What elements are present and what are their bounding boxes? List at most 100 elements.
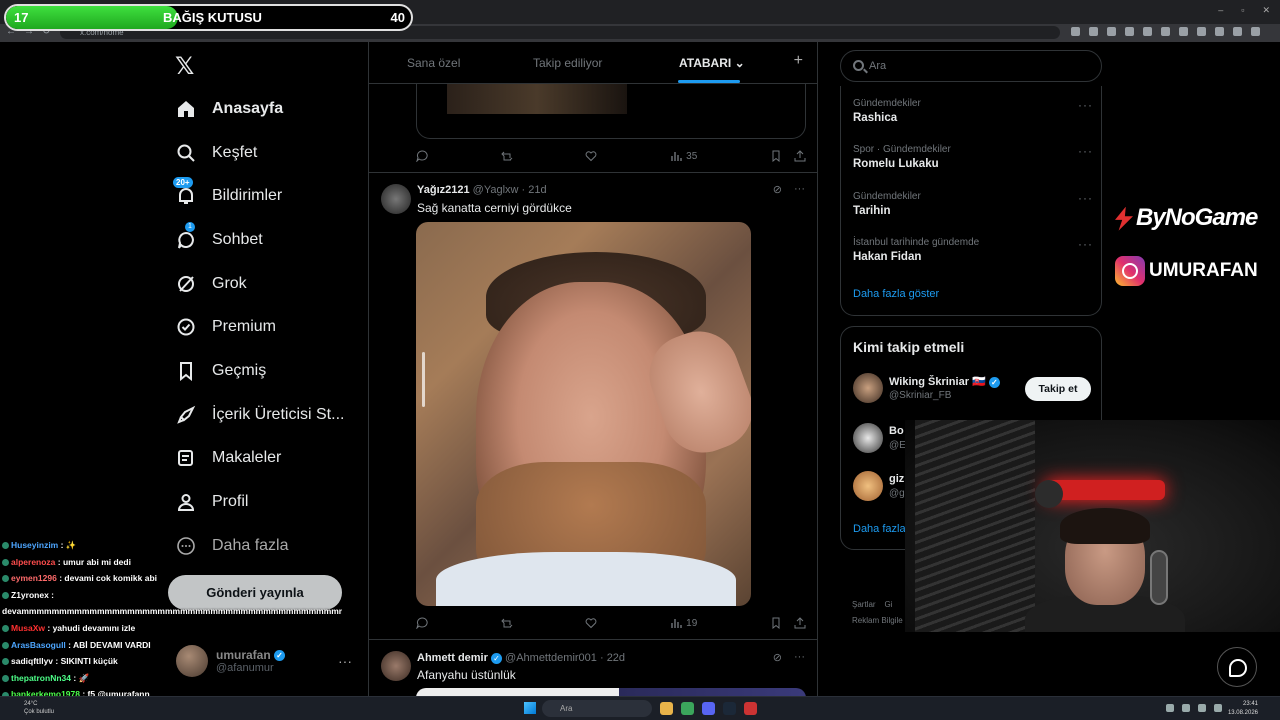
tab-following[interactable]: Takip ediliyor (533, 56, 602, 70)
tray-icon[interactable] (1166, 704, 1174, 712)
chat-badge-icon (2, 658, 9, 666)
more-options-icon[interactable]: ··· (1078, 191, 1093, 205)
tab-for-you[interactable]: Sana özel (407, 56, 460, 70)
app-icon[interactable] (744, 702, 757, 715)
tweet-video[interactable] (416, 222, 751, 606)
like-icon[interactable] (585, 617, 597, 629)
previous-tweet-media[interactable] (416, 84, 806, 139)
footer-link[interactable]: Şartlar (852, 600, 876, 609)
chrome-icon[interactable] (681, 702, 694, 715)
weather-widget[interactable]: 24°C Çok bulutlu (24, 700, 54, 716)
donation-progress-fill (6, 6, 179, 29)
clock[interactable]: 23:41 13.08.2026 (1228, 700, 1258, 718)
instagram-handle: UMURAFAN (1115, 256, 1258, 286)
tweet-author-handle[interactable]: @Ahmettdemir001 (505, 652, 597, 664)
sidebar-item-chat[interactable]: 1 Sohbet (175, 218, 344, 262)
profile-icon[interactable] (1233, 27, 1242, 36)
tweet-author-name[interactable]: Ahmett demir (417, 652, 488, 664)
extension-icon[interactable] (1197, 27, 1206, 36)
tweet-time[interactable]: · 22d (600, 652, 625, 664)
star-icon[interactable] (1107, 27, 1116, 36)
grok-icon[interactable]: ⊘ (773, 183, 782, 196)
trends-panel: Gündemdekiler Rashica ··· Spor · Gündemd… (840, 86, 1102, 316)
search-input[interactable]: Ara (840, 50, 1102, 82)
chat-message: Z1yronex : (2, 587, 342, 604)
footer-link[interactable]: Gi (884, 600, 892, 609)
minimize-icon[interactable]: – (1218, 5, 1223, 16)
webcam-red-light (1045, 480, 1165, 500)
sidebar-item-grok[interactable]: Grok (175, 262, 344, 306)
trend-item[interactable]: Spor · Gündemdekiler Romelu Lukaku ··· (853, 144, 1093, 170)
suggestion-handle: @E (889, 440, 906, 451)
sidebar-item-premium[interactable]: Premium (175, 305, 344, 349)
extension-icon[interactable] (1143, 27, 1152, 36)
reply-icon[interactable] (416, 150, 428, 162)
trend-title: Tarihin (853, 205, 891, 217)
share-icon[interactable] (794, 150, 806, 162)
menu-icon[interactable] (1251, 27, 1260, 36)
sidebar-item-bookmarks[interactable]: Geçmiş (175, 349, 344, 393)
tweet-media[interactable] (416, 688, 806, 696)
tweet-time[interactable]: · 21d (522, 184, 547, 196)
sidebar-item-articles[interactable]: Makaleler (175, 437, 344, 481)
tray-icon[interactable] (1182, 704, 1190, 712)
cast-icon[interactable] (1089, 27, 1098, 36)
more-options-icon[interactable]: ··· (1078, 144, 1093, 158)
suggestion-name: giz (889, 473, 905, 485)
extension-icon[interactable] (1179, 27, 1188, 36)
trend-item[interactable]: Gündemdekiler Tarihin ··· (853, 191, 1093, 217)
sidebar-item-label: Keşfet (212, 143, 258, 161)
reply-icon[interactable] (416, 617, 428, 629)
repost-icon[interactable] (501, 617, 513, 629)
bookmark-icon[interactable] (770, 150, 782, 162)
footer-link[interactable]: Reklam Bilgile (852, 616, 903, 625)
who-to-follow-title: Kimi takip etmeli (853, 339, 965, 355)
sidebar-item-home[interactable]: Anasayfa (175, 87, 344, 131)
repost-icon[interactable] (501, 150, 513, 162)
wifi-icon[interactable] (1198, 704, 1206, 712)
grok-icon[interactable]: ⊘ (773, 651, 782, 664)
avatar[interactable] (381, 651, 411, 681)
extension-icon[interactable] (1215, 27, 1224, 36)
like-icon[interactable] (585, 150, 597, 162)
tab-atabari[interactable]: ATABARI ⌄ (679, 56, 745, 70)
show-more-link[interactable]: Daha fazla (853, 523, 906, 535)
maximize-icon[interactable]: ▫ (1241, 5, 1244, 16)
sidebar-item-notifications[interactable]: 20+ Bildirimler (173, 174, 344, 218)
follow-button[interactable]: Takip et (1025, 377, 1091, 401)
discord-icon[interactable] (702, 702, 715, 715)
suggestion-handle: @Skriniar_FB (889, 390, 952, 401)
sidebar-item-explore[interactable]: Keşfet (175, 131, 344, 175)
sidebar-item-profile[interactable]: Profil (175, 480, 344, 524)
x-logo[interactable]: 𝕏 (175, 52, 194, 80)
more-options-icon[interactable]: ··· (1078, 98, 1093, 112)
show-more-link[interactable]: Daha fazla göster (853, 288, 939, 300)
extension-icon[interactable] (1161, 27, 1170, 36)
tweet-author-handle[interactable]: @Yaglxw (473, 184, 519, 196)
file-explorer-icon[interactable] (660, 702, 673, 715)
add-tab-icon[interactable]: + (794, 52, 803, 70)
taskbar-search[interactable]: Ara (542, 700, 652, 717)
bookmark-icon[interactable] (770, 617, 782, 629)
sidebar-item-label: İçerik Üreticisi St... (212, 405, 345, 423)
more-options-icon[interactable]: ··· (1078, 237, 1093, 251)
tweet-author-name[interactable]: Yağız2121 (417, 184, 470, 196)
volume-icon[interactable] (1214, 704, 1222, 712)
messages-fab[interactable] (1217, 647, 1257, 687)
views-stat[interactable]: 35 (670, 150, 697, 162)
close-icon[interactable]: ✕ (1262, 5, 1270, 16)
share-icon[interactable] (794, 617, 806, 629)
sidebar-item-creator-studio[interactable]: İçerik Üreticisi St... (175, 393, 344, 437)
more-options-icon[interactable]: ··· (794, 651, 805, 664)
extension-icon[interactable] (1125, 27, 1134, 36)
avatar[interactable] (381, 184, 411, 214)
trend-item[interactable]: Gündemdekiler Rashica ··· (853, 98, 1093, 124)
windows-start-icon[interactable] (524, 702, 536, 714)
steam-icon[interactable] (723, 702, 736, 715)
trend-item[interactable]: İstanbul tarihinde gündemde Hakan Fidan … (853, 237, 1093, 263)
chat-message: alperenoza : umur abi mi dedi (2, 554, 342, 571)
zoom-icon[interactable] (1071, 27, 1080, 36)
chat-badge-icon (2, 592, 9, 600)
more-options-icon[interactable]: ··· (794, 183, 805, 196)
views-stat[interactable]: 19 (670, 617, 697, 629)
